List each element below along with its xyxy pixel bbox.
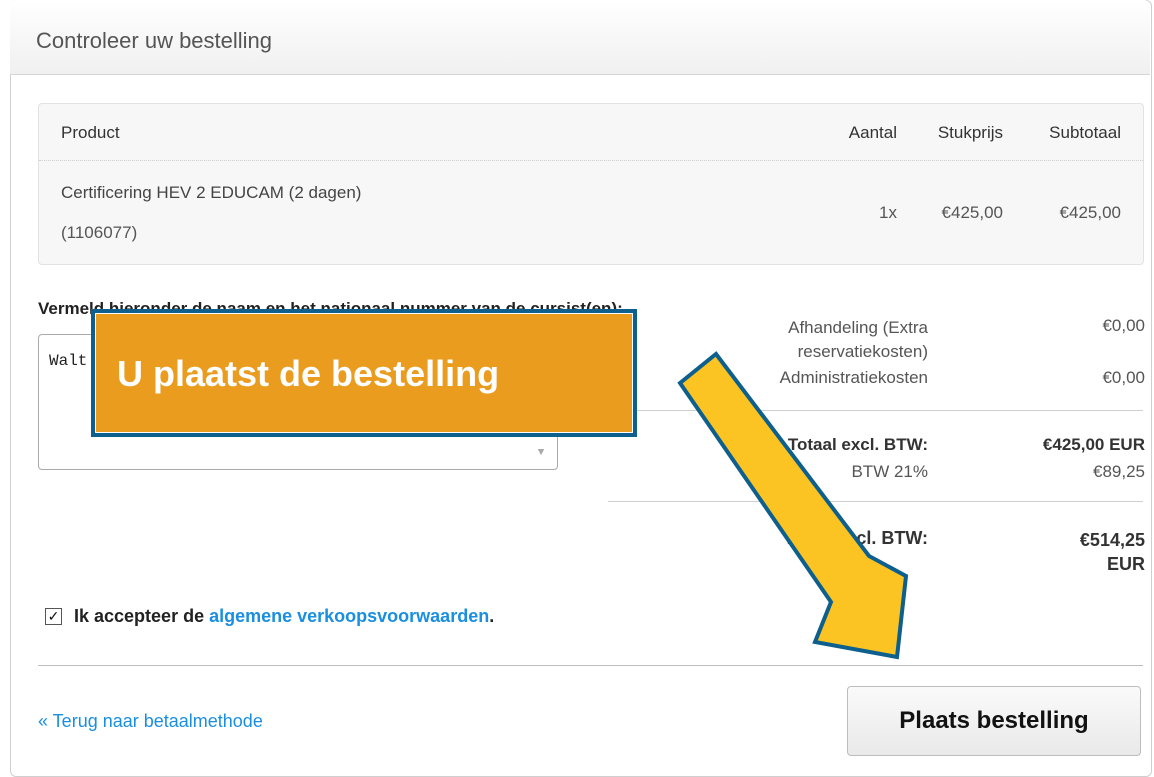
- arrow-annotation: [677, 351, 909, 660]
- arrow-icon: [677, 351, 909, 660]
